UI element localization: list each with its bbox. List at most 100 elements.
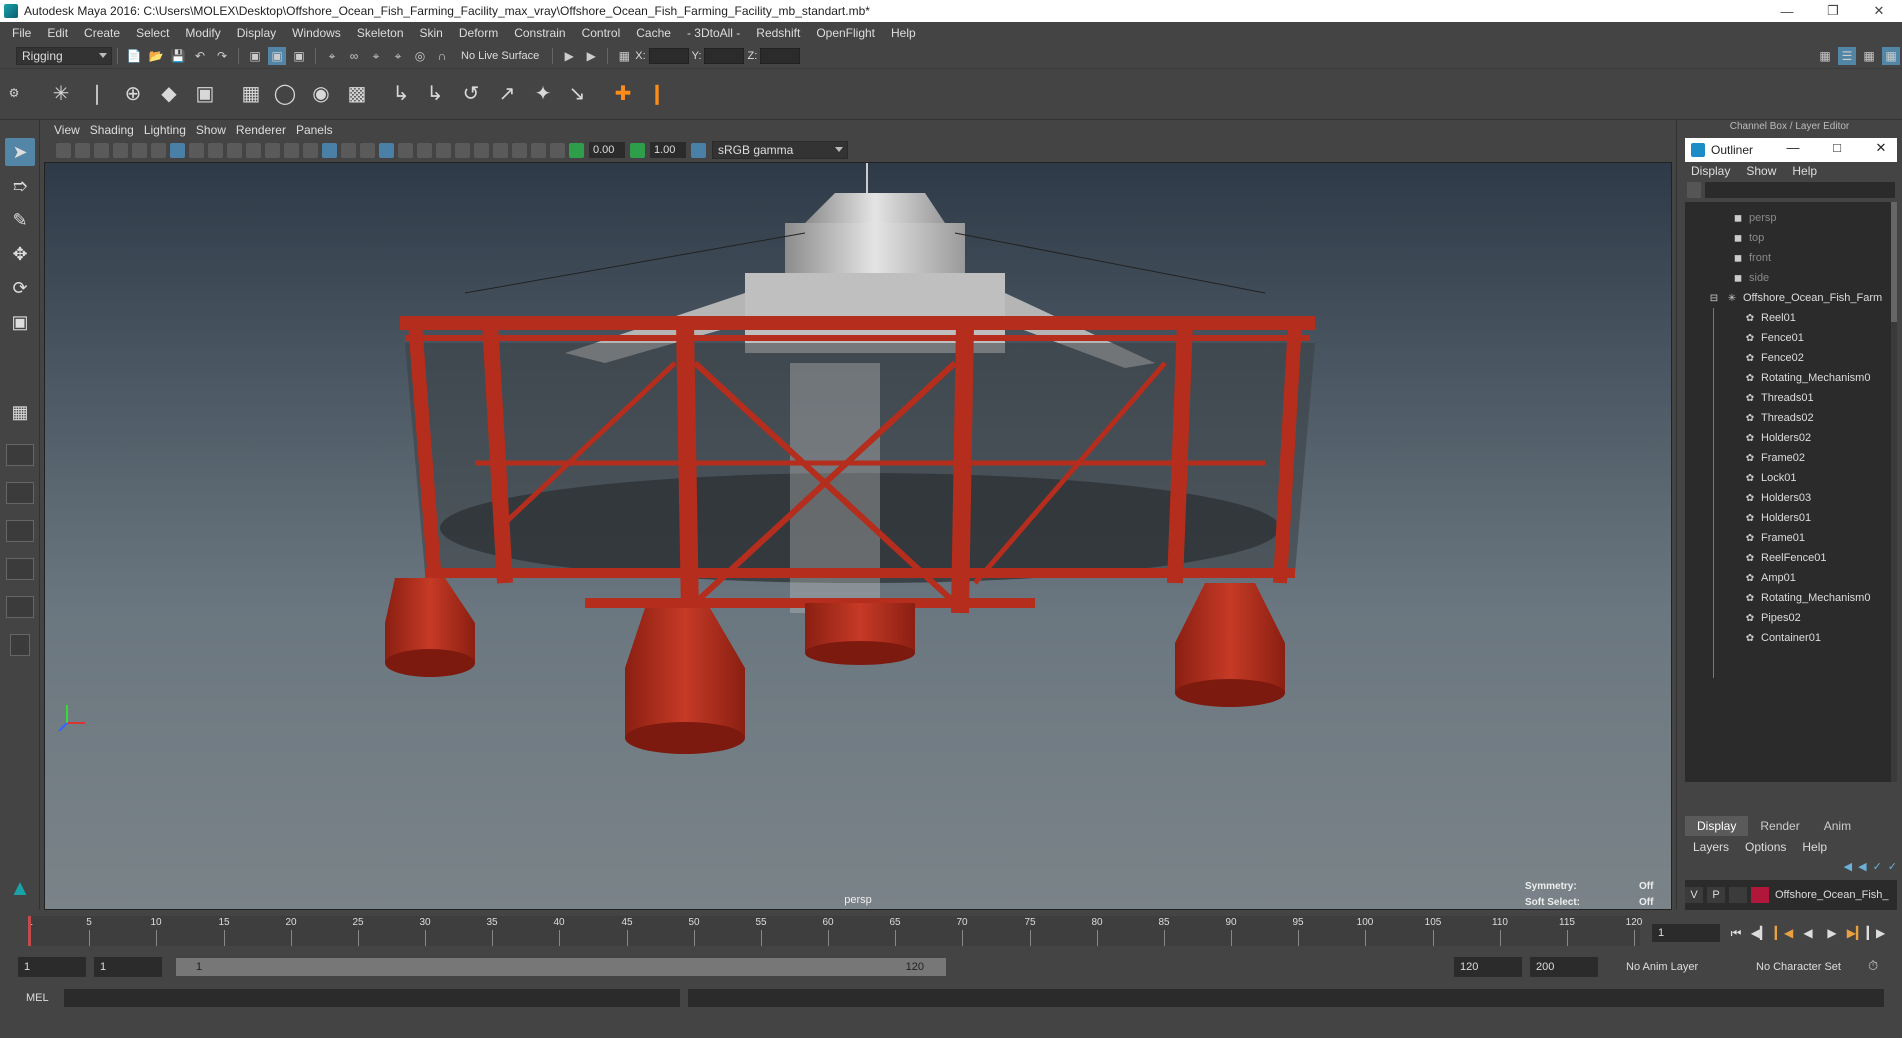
image-plane-icon[interactable] — [113, 142, 128, 158]
menu-skin[interactable]: Skin — [412, 22, 451, 44]
menu-3dtoall[interactable]: - 3DtoAll - — [679, 22, 748, 44]
menu-windows[interactable]: Windows — [284, 22, 349, 44]
grid-icon[interactable] — [170, 142, 185, 158]
outliner-item[interactable]: ✿ Holders03 — [1685, 488, 1891, 508]
outliner-menu-show[interactable]: Show — [1740, 164, 1786, 178]
aim-constraint-icon[interactable]: ✦ — [528, 77, 558, 109]
time-slider[interactable]: 1 5 10 15 20 25 30 35 40 45 50 55 60 65 70 75 80 85 90 95 1… — [0, 912, 1902, 948]
gate-mask-icon[interactable] — [227, 142, 242, 158]
outliner-item-top[interactable]: ◼ top — [1685, 228, 1891, 248]
cluster-icon[interactable]: ❙ — [642, 77, 672, 109]
tab-anim[interactable]: Anim — [1812, 816, 1863, 836]
xray-active-icon[interactable] — [531, 142, 546, 158]
layer-playback-toggle[interactable]: P — [1707, 887, 1725, 903]
motion-blur-icon[interactable] — [455, 142, 470, 158]
layer-menu-help[interactable]: Help — [1794, 840, 1835, 854]
ik-handle-icon[interactable]: ▣ — [190, 77, 220, 109]
snap-magnet-icon[interactable]: ∩ — [433, 47, 451, 65]
tab-display[interactable]: Display — [1685, 816, 1749, 836]
parent-constraint-icon[interactable]: ↳ — [386, 77, 416, 109]
viewport-menu-show[interactable]: Show — [196, 123, 236, 137]
outliner-item[interactable]: ✿ Rotating_Mechanism0 — [1685, 368, 1891, 388]
outliner-group-item[interactable]: ⊟ ✳ Offshore_Ocean_Fish_Farm — [1685, 288, 1891, 308]
exposure-field[interactable]: 0.00 — [589, 142, 625, 158]
outliner-item[interactable]: ✿ Fence02 — [1685, 348, 1891, 368]
shelf-menu-icon[interactable]: ⚙ — [4, 77, 24, 109]
anim-layer-dropdown[interactable]: No Anim Layer — [1620, 957, 1732, 977]
layout-four-icon[interactable] — [6, 444, 34, 466]
step-forward-key-icon[interactable]: ▶▎ — [1846, 924, 1866, 942]
lasso-tool-icon[interactable]: ➱ — [5, 172, 35, 200]
auto-key-icon[interactable]: ⏱ — [1868, 958, 1878, 974]
outliner-item-front[interactable]: ◼ front — [1685, 248, 1891, 268]
outliner-item[interactable]: ✿ Reel01 — [1685, 308, 1891, 328]
layer-color-swatch[interactable] — [1751, 887, 1769, 903]
step-forward-frame-icon[interactable]: ▎▶ — [1866, 924, 1886, 942]
layout-more-icon[interactable] — [10, 634, 30, 656]
exposure-icon[interactable] — [569, 142, 584, 158]
move-layer-up-icon[interactable]: ◀ — [1844, 860, 1852, 876]
menu-set-dropdown[interactable]: Rigging — [16, 47, 112, 65]
layout-persp-graph-icon[interactable] — [6, 482, 34, 504]
animation-start-field[interactable]: 1 — [18, 957, 86, 977]
save-scene-icon[interactable]: 💾 — [169, 47, 187, 65]
tab-render[interactable]: Render — [1748, 816, 1811, 836]
character-set-dropdown[interactable]: No Character Set — [1750, 957, 1872, 977]
shadows-icon[interactable] — [417, 142, 432, 158]
outliner-item[interactable]: ✿ Threads01 — [1685, 388, 1891, 408]
color-management-icon[interactable] — [691, 142, 706, 158]
viewport-menu-panels[interactable]: Panels — [296, 123, 343, 137]
redo-icon[interactable]: ↷ — [213, 47, 231, 65]
outliner-item[interactable]: ✿ Container01 — [1685, 628, 1891, 648]
layer-row[interactable]: V P Offshore_Ocean_Fish_ — [1685, 886, 1897, 904]
layout-persp-uv-icon[interactable] — [6, 596, 34, 618]
menu-deform[interactable]: Deform — [451, 22, 506, 44]
playhead[interactable] — [28, 916, 31, 946]
scale-tool-icon[interactable]: ▣ — [5, 308, 35, 336]
outliner-scrollbar[interactable] — [1891, 202, 1897, 782]
textured-icon[interactable] — [379, 142, 394, 158]
quick-layout-single-icon[interactable]: ▦ — [5, 398, 35, 426]
menu-constrain[interactable]: Constrain — [506, 22, 573, 44]
minimize-icon[interactable]: — — [1783, 140, 1803, 155]
bookmark-icon[interactable] — [94, 142, 109, 158]
output-ops-icon[interactable]: ▶ — [582, 47, 600, 65]
outliner-tree[interactable]: ◼ persp ◼ top ◼ front ◼ side ⊟ ✳ Offshore_Ocea… — [1685, 202, 1891, 782]
use-all-lights-icon[interactable] — [398, 142, 413, 158]
paint-weights-icon[interactable]: ◉ — [306, 77, 336, 109]
xray-joints-icon[interactable] — [550, 142, 565, 158]
layout-persp-hypershade-icon[interactable] — [6, 558, 34, 580]
film-gate-icon[interactable] — [189, 142, 204, 158]
maximize-icon[interactable]: □ — [1827, 140, 1847, 155]
select-camera-icon[interactable] — [56, 142, 71, 158]
gamma-field[interactable]: 1.00 — [650, 142, 686, 158]
step-back-frame-icon[interactable]: ◀▎ — [1750, 924, 1770, 942]
restore-icon[interactable]: ❐ — [1810, 0, 1856, 22]
playback-end-field[interactable]: 120 — [1454, 957, 1522, 977]
paint-select-tool-icon[interactable]: ✎ — [5, 206, 35, 234]
close-icon[interactable]: ✕ — [1871, 140, 1891, 156]
z-field[interactable] — [760, 48, 801, 64]
outliner-item[interactable]: ✿ ReelFence01 — [1685, 548, 1891, 568]
grease-pencil-icon[interactable] — [151, 142, 166, 158]
outliner-item[interactable]: ✿ Pipes02 — [1685, 608, 1891, 628]
select-hierarchy-icon[interactable]: ▣ — [246, 47, 264, 65]
resolution-gate-icon[interactable] — [208, 142, 223, 158]
input-ops-icon[interactable]: ▶ — [560, 47, 578, 65]
close-icon[interactable]: ✕ — [1856, 0, 1902, 22]
layer-visibility-toggle[interactable]: V — [1685, 887, 1703, 903]
script-language-toggle[interactable]: MEL — [14, 990, 60, 1006]
y-field[interactable] — [704, 48, 745, 64]
gamma-icon[interactable] — [630, 142, 645, 158]
menu-openflight[interactable]: OpenFlight — [808, 22, 883, 44]
live-surface-label[interactable]: No Live Surface — [461, 50, 539, 62]
outliner-item-persp[interactable]: ◼ persp — [1685, 208, 1891, 228]
move-layer-down-icon[interactable]: ◀ — [1858, 860, 1866, 876]
rotate-tool-icon[interactable]: ⟳ — [5, 274, 35, 302]
menu-file[interactable]: File — [4, 22, 39, 44]
new-layer-selected-icon[interactable]: ✓ — [1888, 860, 1897, 876]
bind-skin-icon[interactable]: ▦ — [236, 77, 266, 109]
toggle-attribute-editor-icon[interactable]: ▦ — [1860, 47, 1878, 65]
viewport-menu-view[interactable]: View — [54, 123, 90, 137]
wireframe-on-shaded-icon[interactable] — [360, 142, 375, 158]
